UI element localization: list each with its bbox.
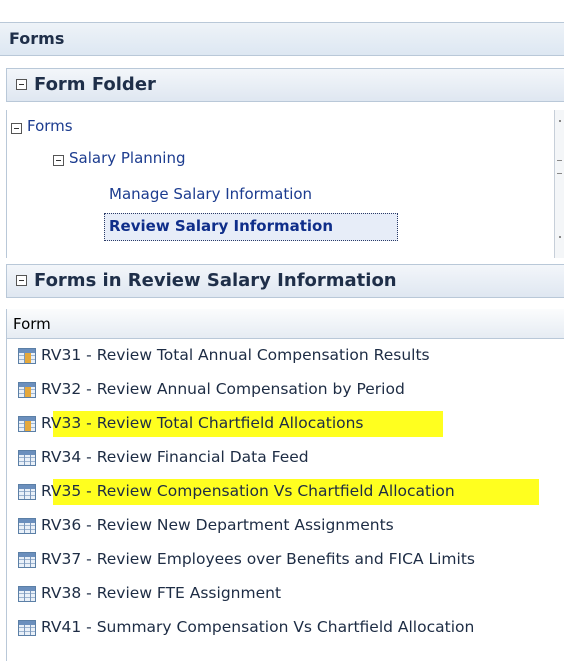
form-folder-title: Form Folder: [34, 74, 156, 95]
form-grid-icon: [18, 382, 36, 398]
list-item[interactable]: RV36 - Review New Department Assignments: [7, 509, 564, 543]
forms-header-title: Forms: [9, 29, 65, 48]
tree-scrollbar[interactable]: [554, 110, 564, 258]
list-item[interactable]: RV38 - Review FTE Assignment: [7, 577, 564, 611]
form-grid-icon: [18, 416, 36, 432]
form-folder-panel-header[interactable]: Form Folder: [6, 68, 564, 102]
list-item-label: RV32 - Review Annual Compensation by Per…: [41, 380, 405, 398]
list-item[interactable]: RV37 - Review Employees over Benefits an…: [7, 543, 564, 577]
list-item[interactable]: RV34 - Review Financial Data Feed: [7, 441, 564, 475]
tree-node-forms[interactable]: Forms: [27, 117, 73, 135]
tree-node-review-salary-information[interactable]: Review Salary Information: [109, 217, 333, 235]
list-item[interactable]: RV41 - Summary Compensation Vs Chartfiel…: [7, 611, 564, 645]
scroll-up-icon[interactable]: [559, 120, 561, 122]
forms-list: Form RV31 - Review Total Annual Compensa…: [6, 309, 564, 661]
list-item-label: RV35 - Review Compensation Vs Chartfield…: [41, 482, 455, 500]
forms-list-panel-header[interactable]: Forms in Review Salary Information: [6, 264, 564, 298]
form-column-header[interactable]: Form: [7, 309, 564, 339]
list-item-label: RV41 - Summary Compensation Vs Chartfiel…: [41, 618, 475, 636]
list-item[interactable]: RV33 - Review Total Chartfield Allocatio…: [7, 407, 564, 441]
form-grid-icon: [18, 450, 36, 466]
list-item-label: RV38 - Review FTE Assignment: [41, 584, 282, 602]
form-grid-icon: [18, 348, 36, 364]
list-item-label: RV34 - Review Financial Data Feed: [41, 448, 309, 466]
form-grid-icon: [18, 484, 36, 500]
tree-collapse-salary-planning-icon[interactable]: [53, 155, 64, 166]
tree-collapse-forms-icon[interactable]: [11, 123, 22, 134]
form-grid-icon: [18, 518, 36, 534]
collapse-icon[interactable]: [16, 79, 27, 90]
form-grid-icon: [18, 620, 36, 636]
tree-node-salary-planning[interactable]: Salary Planning: [69, 149, 186, 167]
list-item[interactable]: RV32 - Review Annual Compensation by Per…: [7, 373, 564, 407]
forms-header: Forms: [0, 22, 564, 56]
list-item-label: RV36 - Review New Department Assignments: [41, 516, 394, 534]
list-item-label: RV33 - Review Total Chartfield Allocatio…: [41, 414, 364, 432]
scroll-grip-icon[interactable]: [557, 160, 562, 174]
list-item[interactable]: RV35 - Review Compensation Vs Chartfield…: [7, 475, 564, 509]
list-item-label: RV37 - Review Employees over Benefits an…: [41, 550, 475, 568]
form-column-label: Form: [13, 315, 51, 333]
list-item[interactable]: RV31 - Review Total Annual Compensation …: [7, 339, 564, 373]
forms-list-title: Forms in Review Salary Information: [34, 270, 397, 291]
list-item-label: RV31 - Review Total Annual Compensation …: [41, 346, 430, 364]
form-grid-icon: [18, 586, 36, 602]
top-spacer: [0, 0, 564, 22]
form-grid-icon: [18, 552, 36, 568]
scroll-down-icon[interactable]: [559, 236, 561, 238]
tree-node-manage-salary-information[interactable]: Manage Salary Information: [109, 185, 312, 203]
collapse-icon[interactable]: [16, 275, 27, 286]
